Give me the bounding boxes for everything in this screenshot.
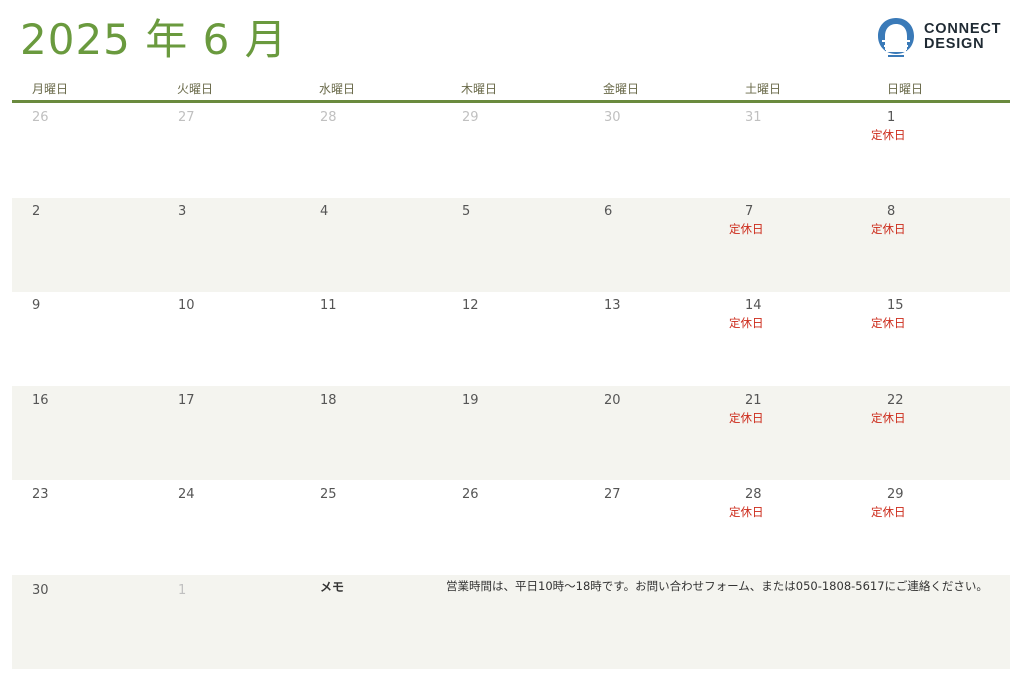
day-cell: 2 (32, 204, 41, 219)
day-cell: 17 (178, 393, 195, 408)
day-cell: 23 (32, 487, 49, 502)
holiday-label: 定休日 (729, 505, 764, 519)
day-cell: 1 (887, 110, 896, 125)
day-cell: 20 (604, 393, 621, 408)
day-cell: 21 (745, 393, 762, 408)
day-cell: 12 (462, 298, 479, 313)
weekday-mon: 月曜日 (32, 82, 69, 96)
day-cell: 29 (462, 110, 479, 125)
weekday-header: 月曜日 火曜日 水曜日 木曜日 金曜日 土曜日 日曜日 (12, 80, 1010, 100)
day-cell: 14 (745, 298, 762, 313)
day-cell: 30 (32, 583, 49, 598)
weekday-thu: 木曜日 (461, 82, 498, 96)
day-cell: 27 (604, 487, 621, 502)
holiday-label: 定休日 (871, 222, 906, 236)
week-row: 16 17 18 19 20 21 定休日 22 定休日 (12, 386, 1010, 480)
day-cell: 10 (178, 298, 195, 313)
day-cell: 4 (320, 204, 329, 219)
day-cell: 27 (178, 110, 195, 125)
connect-design-logo: CONNECT DESIGN (876, 16, 1016, 60)
day-cell: 6 (604, 204, 613, 219)
page-title: 2025 年 6 月 (20, 15, 288, 64)
day-cell: 26 (462, 487, 479, 502)
day-cell: 16 (32, 393, 49, 408)
logo-text-line2: DESIGN (924, 36, 985, 52)
day-cell: 11 (320, 298, 337, 313)
day-cell: 19 (462, 393, 479, 408)
day-cell: 30 (604, 110, 621, 125)
week-row: 9 10 11 12 13 14 定休日 15 定休日 (12, 292, 1010, 386)
logo-mark-icon (878, 18, 914, 57)
weekday-tue: 火曜日 (177, 82, 214, 96)
day-cell: 29 (887, 487, 904, 502)
memo-label: メモ (320, 580, 345, 594)
header-divider (12, 100, 1010, 103)
logo-text-line1: CONNECT (924, 21, 1002, 37)
day-cell: 1 (178, 583, 187, 598)
holiday-label: 定休日 (871, 411, 906, 425)
weekday-sat: 土曜日 (745, 82, 782, 96)
day-cell: 3 (178, 204, 187, 219)
day-cell: 22 (887, 393, 904, 408)
week-row: 30 1 メモ 営業時間は、平日10時～18時です。お問い合わせフォーム、または… (12, 575, 1010, 669)
day-cell: 18 (320, 393, 337, 408)
holiday-label: 定休日 (871, 128, 906, 142)
day-cell: 9 (32, 298, 41, 313)
day-cell: 13 (604, 298, 621, 313)
day-cell: 8 (887, 204, 896, 219)
holiday-label: 定休日 (729, 316, 764, 330)
day-cell: 31 (745, 110, 762, 125)
weekday-wed: 水曜日 (319, 82, 356, 96)
memo-text: 営業時間は、平日10時～18時です。お問い合わせフォーム、または050-1808… (446, 579, 988, 593)
day-cell: 28 (320, 110, 337, 125)
week-row: 2 3 4 5 6 7 定休日 8 定休日 (12, 198, 1010, 292)
holiday-label: 定休日 (729, 222, 764, 236)
day-cell: 25 (320, 487, 337, 502)
holiday-label: 定休日 (871, 316, 906, 330)
holiday-label: 定休日 (729, 411, 764, 425)
day-cell: 15 (887, 298, 904, 313)
weekday-fri: 金曜日 (603, 82, 640, 96)
day-cell: 24 (178, 487, 195, 502)
week-row: 26 27 28 29 30 31 1 定休日 (12, 104, 1010, 198)
week-row: 23 24 25 26 27 28 定休日 29 定休日 (12, 480, 1010, 574)
day-cell: 28 (745, 487, 762, 502)
day-cell: 5 (462, 204, 471, 219)
day-cell: 26 (32, 110, 49, 125)
weekday-sun: 日曜日 (887, 82, 924, 96)
day-cell: 7 (745, 204, 754, 219)
holiday-label: 定休日 (871, 505, 906, 519)
